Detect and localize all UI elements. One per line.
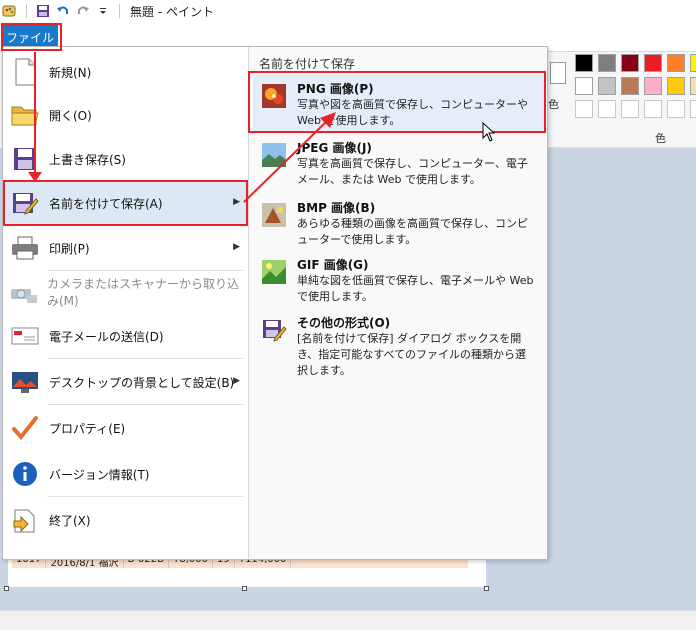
customize-quick-access-icon[interactable] xyxy=(93,0,113,22)
ribbon-partial-label: 色 xyxy=(548,98,559,111)
window-title: 無題 - ペイント xyxy=(130,4,214,19)
custom-color-swatch[interactable] xyxy=(575,100,593,118)
submenu-arrow-icon: ▶ xyxy=(233,376,240,386)
color-swatch[interactable] xyxy=(598,77,616,95)
custom-color-swatch[interactable] xyxy=(598,100,616,118)
file-menu-item-label: 印刷(P) xyxy=(49,241,90,256)
new-document-icon xyxy=(9,56,41,88)
file-menu-item-desktop-background[interactable]: デスクトップの背景として設定(B) ▶ xyxy=(3,360,248,404)
custom-color-swatch[interactable] xyxy=(690,100,696,118)
resize-handle[interactable] xyxy=(4,586,9,591)
color-swatch[interactable] xyxy=(621,54,639,72)
file-menu-commands: 新規(N) 開く(O) 上書き保存(S) 名前を付けて保存(A) ▶ 印刷(P) ▶ カメラま… xyxy=(3,47,248,559)
custom-color-swatch[interactable] xyxy=(644,100,662,118)
color-swatch[interactable] xyxy=(667,54,685,72)
file-menu-item-open-folder[interactable]: 開く(O) xyxy=(3,93,248,137)
file-menu-item-email[interactable]: 電子メールの送信(D) xyxy=(3,314,248,358)
save-as-option-title: その他の形式(O) xyxy=(297,316,391,330)
annotation-file-tab-box xyxy=(1,23,62,51)
resize-handle[interactable] xyxy=(484,586,489,591)
undo-icon[interactable] xyxy=(53,0,73,22)
file-menu-item-label: バージョン情報(T) xyxy=(49,467,150,482)
email-icon xyxy=(9,320,41,352)
save-as-option-description: あらゆる種類の画像を高画質で保存し、コンピューターで使用します。 xyxy=(297,217,528,246)
custom-color-swatch[interactable] xyxy=(667,100,685,118)
file-menu-item-label: デスクトップの背景として設定(B) xyxy=(49,375,235,390)
menu-separator xyxy=(47,358,243,359)
file-menu-item-new-document[interactable]: 新規(N) xyxy=(3,50,248,94)
save-as-option-title: GIF 画像(G) xyxy=(297,258,369,272)
color-swatch[interactable] xyxy=(667,77,685,95)
file-menu-item-label: 上書き保存(S) xyxy=(49,152,126,167)
colors-group-label: 色 xyxy=(655,132,666,145)
file-menu-item-check-mark[interactable]: プロパティ(E) xyxy=(3,406,248,450)
save-as-panel-header: 名前を付けて保存 xyxy=(259,57,356,71)
file-menu-item-label: カメラまたはスキャナーから取り込み(M) xyxy=(47,277,240,308)
exit-icon xyxy=(9,504,41,536)
save-icon[interactable] xyxy=(33,0,53,22)
gif-image-icon xyxy=(261,259,287,285)
printer-icon xyxy=(9,232,41,264)
annotation-down-line xyxy=(34,52,36,176)
save-as-option-description: 単純な図を低画質で保存し、電子メールや Web で使用します。 xyxy=(297,274,534,303)
color-palette xyxy=(575,54,696,120)
menu-separator xyxy=(47,270,243,271)
file-menu-item-label: 開く(O) xyxy=(49,108,92,123)
save-disk-icon xyxy=(9,143,41,175)
resize-handle[interactable] xyxy=(242,586,247,591)
color-swatch[interactable] xyxy=(690,54,696,72)
edit-colors-button[interactable] xyxy=(550,62,566,84)
title-separator xyxy=(119,4,120,18)
file-menu-item-label: 終了(X) xyxy=(49,513,91,528)
color-swatch[interactable] xyxy=(644,77,662,95)
annotation-save-as-box xyxy=(3,180,248,226)
color-swatch[interactable] xyxy=(621,77,639,95)
annotation-png-box xyxy=(248,71,546,133)
other-formats-icon xyxy=(261,317,287,343)
mouse-cursor-icon xyxy=(482,122,496,142)
scanner-icon xyxy=(9,276,39,308)
file-menu-item-label: 電子メールの送信(D) xyxy=(49,329,164,344)
desktop-background-icon xyxy=(9,366,41,398)
file-menu-item-info[interactable]: バージョン情報(T) xyxy=(3,452,248,496)
title-separator xyxy=(26,4,27,18)
info-icon xyxy=(9,458,41,490)
save-as-option-gif-image[interactable]: GIF 画像(G) 単純な図を低画質で保存し、電子メールや Web で使用します。 xyxy=(253,251,545,309)
save-as-option-description: [名前を付けて保存] ダイアログ ボックスを開き、指定可能なすべてのファイルの種… xyxy=(297,332,527,377)
file-menu-item-label: プロパティ(E) xyxy=(49,421,126,436)
color-swatch[interactable] xyxy=(598,54,616,72)
status-bar xyxy=(0,610,696,630)
file-menu-item-exit[interactable]: 終了(X) xyxy=(3,498,248,542)
file-menu-item-scanner: カメラまたはスキャナーから取り込み(M) xyxy=(3,270,248,314)
paint-window: 無題 - ペイント ファイル 色 色 10172016/8/1 福沢B-022B… xyxy=(0,0,696,630)
submenu-arrow-icon: ▶ xyxy=(233,242,240,252)
color-swatch[interactable] xyxy=(575,54,593,72)
redo-icon[interactable] xyxy=(73,0,93,22)
menu-separator xyxy=(47,496,243,497)
color-swatch[interactable] xyxy=(575,77,593,95)
color-swatch[interactable] xyxy=(690,77,696,95)
menu-separator xyxy=(47,404,243,405)
file-menu-item-label: 新規(N) xyxy=(49,65,92,80)
check-mark-icon xyxy=(9,412,41,444)
open-folder-icon xyxy=(9,99,41,131)
custom-color-swatch[interactable] xyxy=(621,100,639,118)
title-bar: 無題 - ペイント xyxy=(0,0,696,22)
color-swatch[interactable] xyxy=(644,54,662,72)
save-as-option-other-formats[interactable]: その他の形式(O) [名前を付けて保存] ダイアログ ボックスを開き、指定可能なす… xyxy=(253,309,545,377)
file-menu-item-printer[interactable]: 印刷(P) ▶ xyxy=(3,226,248,270)
paint-app-icon[interactable] xyxy=(0,0,20,22)
